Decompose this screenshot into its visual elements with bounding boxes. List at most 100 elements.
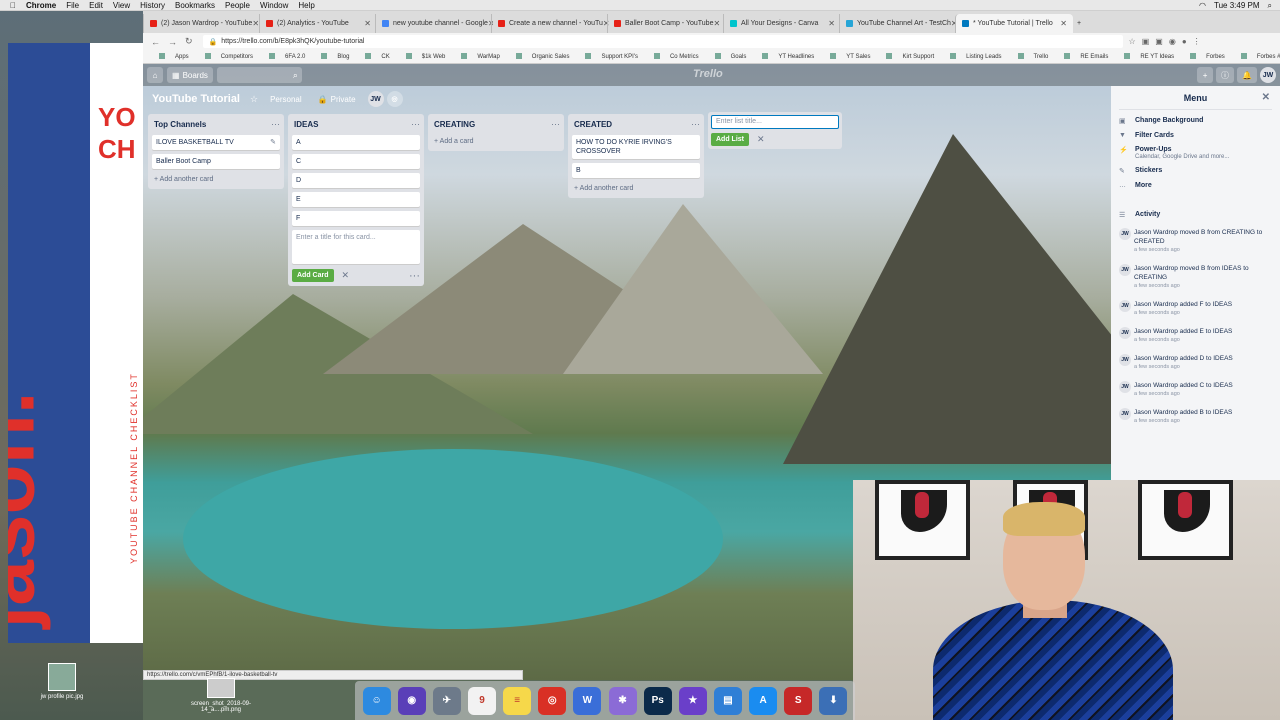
home-button[interactable]: ⌂ [147,67,163,83]
bookmark-star-icon[interactable]: ☆ [1129,37,1136,46]
card[interactable]: A [292,135,420,150]
activity-avatar[interactable]: JW [1119,300,1131,312]
bookmark-item[interactable]: Goals [707,53,746,60]
bookmark-item[interactable]: Kirt Support [878,53,934,60]
member-avatar[interactable]: JW [367,91,384,107]
close-tab-icon[interactable]: ✕ [252,19,259,28]
bookmark-item[interactable]: Listing Leads [942,53,1002,60]
menu-help[interactable]: Help [298,1,314,10]
list-menu-icon[interactable]: ··· [411,119,420,129]
edit-pencil-icon[interactable]: ✎ [270,138,276,147]
bookmark-item[interactable]: RE YT Ideas [1116,53,1174,60]
spotlight-icon[interactable]: ⌕ [1268,1,1272,11]
sheets-icon[interactable]: S [784,686,813,715]
close-tab-icon[interactable]: ✕ [1060,19,1067,28]
visibility-button[interactable]: 🔒 Private [314,93,360,106]
reload-icon[interactable]: ↻ [185,36,193,47]
bookmark-item[interactable]: RE Emails [1056,53,1108,60]
activity-avatar[interactable]: JW [1119,381,1131,393]
new-tab-button[interactable]: + [1071,14,1091,33]
menu-window[interactable]: Window [260,1,288,10]
close-tab-icon[interactable]: ✕ [713,19,720,28]
browser-tab[interactable]: All Your Designs - Canva ✕ [723,14,841,33]
list-title[interactable]: Top Channels [154,120,206,129]
menu-edit[interactable]: Edit [89,1,103,10]
card[interactable]: D [292,173,420,188]
bookmark-item[interactable]: 6FA 2.0 [261,53,305,60]
menu-item[interactable]: ▼ Filter Cards [1119,132,1272,139]
bookmark-item[interactable]: YT Sales [822,53,870,60]
launchpad-icon[interactable]: ✈ [432,686,461,715]
list-menu-icon[interactable]: ··· [271,119,280,129]
notes-icon[interactable]: ≡ [503,686,532,715]
add-list-button[interactable]: Add List [711,133,749,146]
list-title[interactable]: CREATED [574,120,612,129]
list-title[interactable]: CREATING [434,120,475,129]
trello-logo[interactable]: Trello [693,68,723,80]
team-button[interactable]: Personal [266,93,306,106]
card[interactable]: Baller Boot Camp [152,154,280,169]
activity-time[interactable]: a few seconds ago [1134,336,1232,345]
bookmark-item[interactable]: Co Metrics [646,53,699,60]
browser-tab[interactable]: Create a new channel - YouTu ✕ [491,14,609,33]
browser-tab[interactable]: (2) Jason Wardrop - YouTube ✕ [143,14,261,33]
activity-avatar[interactable]: JW [1119,327,1131,339]
activity-time[interactable]: a few seconds ago [1134,282,1272,291]
forward-icon[interactable]: → [168,37,177,47]
bookmark-item[interactable]: Forbes #2 [1233,53,1280,60]
activity-time[interactable]: a few seconds ago [1134,246,1272,255]
activity-avatar[interactable]: JW [1119,354,1131,366]
extension-icon[interactable]: ▣ [1155,37,1163,46]
list-menu-icon[interactable]: ··· [691,119,700,129]
clock[interactable]: Tue 3:49 PM [1214,1,1260,10]
menu-item[interactable]: … More [1119,182,1272,189]
user-avatar[interactable]: JW [1260,67,1276,83]
apple-icon[interactable]:  [10,1,16,10]
board-title[interactable]: YouTube Tutorial [152,93,240,105]
bookmark-item[interactable]: YT Headlines [754,53,814,60]
close-tab-icon[interactable]: ✕ [364,19,371,28]
app-store-icon[interactable]: A [749,686,778,715]
menu-people[interactable]: People [225,1,250,10]
activity-time[interactable]: a few seconds ago [1134,309,1232,318]
list-menu-icon[interactable]: ··· [551,119,560,129]
activity-time[interactable]: a few seconds ago [1134,417,1232,426]
back-icon[interactable]: ← [151,37,160,47]
browser-tab[interactable]: new youtube channel - Google✕ [375,14,493,33]
card[interactable]: E [292,192,420,207]
menu-item[interactable]: ✎ Stickers [1119,167,1272,175]
info-button[interactable]: ⓘ [1216,67,1235,83]
invite-button[interactable]: ◎ [386,91,403,107]
imovie-icon[interactable]: ★ [678,686,707,715]
card[interactable]: ILOVE BASKETBALL TV ✎ [152,135,280,150]
photoshop-icon[interactable]: Ps [643,686,672,715]
close-icon[interactable]: ✕ [757,134,765,145]
app-menu[interactable]: Chrome [26,1,56,10]
add-card-button[interactable]: Add Card [292,269,334,282]
activity-time[interactable]: a few seconds ago [1134,363,1233,372]
menu-history[interactable]: History [140,1,165,10]
downloads-icon[interactable]: ⬇ [819,686,848,715]
notifications-button[interactable]: 🔔 [1237,67,1257,83]
siri-icon[interactable]: ◉ [397,686,426,715]
chrome-menu-icon[interactable]: ⋮ [1193,37,1201,46]
desktop-file[interactable]: jw profile pic.jpg [32,663,92,700]
chrome-icon[interactable]: ◎ [538,686,567,715]
url-field[interactable]: 🔒 https://trello.com/b/E8pk3hQK/youtube-t… [202,35,1123,48]
bookmark-item[interactable]: $1k Web [398,53,445,60]
card[interactable]: F [292,211,420,226]
menu-view[interactable]: View [113,1,130,10]
bookmark-item[interactable]: Support KPI's [577,53,638,60]
add-card-link[interactable]: + Add a card [432,136,560,147]
add-card-link[interactable]: + Add another card [572,183,700,194]
list-title[interactable]: IDEAS [294,120,318,129]
card[interactable]: C [292,154,420,169]
finder-icon[interactable]: ☺ [362,686,391,715]
card-title-input[interactable]: Enter a title for this card... [292,230,420,264]
more-icon[interactable]: ··· [409,270,420,282]
extension-icon[interactable]: ◉ [1169,37,1176,46]
vectorworks-icon[interactable]: W [573,686,602,715]
browser-tab[interactable]: * YouTube Tutorial | Trello ✕ [955,14,1073,33]
bookmark-item[interactable]: CK [357,53,390,60]
wifi-icon[interactable]: ◠ [1199,1,1206,10]
